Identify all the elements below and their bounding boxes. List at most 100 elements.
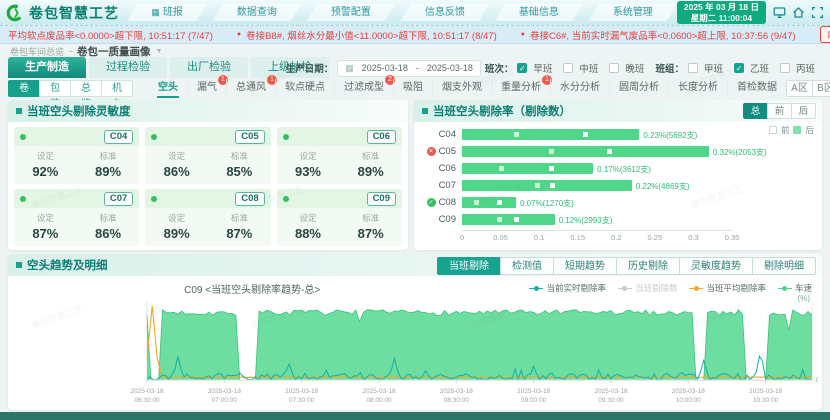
zone-b-button[interactable]: B区 (812, 80, 830, 97)
fullscreen-icon[interactable] (811, 6, 824, 19)
date-filter-label: 生产日期： (285, 64, 334, 75)
svg-text:2025-03-18: 2025-03-18 (285, 388, 319, 395)
app-root: 卷包智慧工艺 ▦ 班报 数据查询 预警配置 信息反馈 基础信息 系统管理 202… (0, 0, 830, 420)
breadcrumb-root[interactable]: 卷包车间总览 (10, 45, 64, 58)
legend-item[interactable]: 当班剔除数 (617, 282, 677, 294)
menu-item-alert-config[interactable]: 预警配置 (307, 4, 395, 21)
front-marker (534, 183, 540, 188)
bar-row-c05[interactable]: ✕ C05 0.32%(2053支) (414, 143, 822, 160)
x-tick-label: 0.1 (533, 233, 545, 242)
btn-short-term-trend[interactable]: 短期趋势 (553, 257, 617, 275)
home-icon[interactable] (792, 6, 805, 19)
menu-item-feedback[interactable]: 信息反馈 (401, 4, 489, 21)
tab-circumference-analysis[interactable]: 圆周分析 (609, 79, 668, 98)
btn-sensitivity-trend[interactable]: 灵敏度趋势 (679, 257, 753, 275)
alert-item: ● 卷接B8#, 烟丝水分最小值<11.0000>超下限, 10:51:17 (… (236, 30, 497, 42)
machine-card-c08[interactable]: C08 设定 89% 标准 87% (145, 189, 271, 246)
checkbox-shift-night[interactable]: ✓ (609, 63, 620, 73)
machine-card-c04[interactable]: C04 设定 92% 标准 89% (14, 127, 140, 184)
menu-item-data-query[interactable]: 数据查询 (213, 4, 301, 21)
tab-production[interactable]: 生产制造 (8, 57, 86, 78)
panel-header: 当班空头剔除灵敏度 (8, 100, 408, 122)
bar-row-c08[interactable]: ✓ C08 0.07%(1270支) (414, 194, 822, 211)
tab-draw-resistance[interactable]: 吸阻 (393, 79, 432, 98)
bar-fill (462, 214, 555, 225)
trend-chart-title: C09 <当班空头剔除率趋势-总> (184, 285, 321, 296)
tab-first-inspect-data[interactable]: 首检数据 (727, 79, 786, 98)
bar-row-c07[interactable]: C07 0.22%(4869支) (414, 177, 822, 194)
alert-item: 平均软点废品率<0.0000>超下限, 10:51:17 (7/47) (8, 30, 213, 42)
bar-fill (462, 180, 632, 191)
tab-filter-forming[interactable]: 过滤成型 2 (334, 75, 395, 98)
machine-card-c07[interactable]: C07 设定 87% 标准 86% (14, 189, 140, 246)
svg-text:2025-03-18: 2025-03-18 (749, 388, 783, 395)
date-range-input[interactable]: ▦ 2025-03-18 - 2025-03-18 (337, 59, 481, 77)
menu-item-basic-info[interactable]: 基础信息 (495, 4, 583, 21)
svg-text:10:30:00: 10:30:00 (753, 397, 779, 404)
tab-moisture-analysis[interactable]: 水分分析 (550, 79, 609, 98)
set-value: 86% (163, 164, 190, 179)
bar-category-label: C06 (438, 163, 456, 174)
tab-air-leak[interactable]: 漏气 1 (187, 75, 228, 98)
legend-item[interactable]: 车速 (777, 282, 812, 294)
svg-text:09:00:00: 09:00:00 (521, 397, 547, 404)
machine-chip: C06 (366, 129, 396, 144)
x-tick-label: 0.35 (724, 233, 740, 242)
group-machine[interactable]: 机台 (101, 80, 133, 110)
bar-value-label: 0.12%(2993支) (558, 216, 613, 225)
bar-row-c04[interactable]: C04 0.23%(5692支) (414, 126, 822, 143)
checkbox-team-c[interactable]: ✓ (779, 63, 790, 73)
alert-log-button[interactable]: ▤ 预警记录 (819, 26, 830, 43)
legend-item[interactable]: 当班平均剔除率 (689, 282, 766, 294)
tab-process-inspect[interactable]: 过程检验 (89, 57, 167, 78)
tab-empty-head[interactable]: 空头 (149, 79, 187, 98)
bar-row-c09[interactable]: C09 0.12%(2993支) (414, 211, 822, 228)
tab-total-vent[interactable]: 总通风 1 (226, 75, 277, 98)
bar-row-c06[interactable]: C06 0.17%(3612支) (414, 160, 822, 177)
btn-rejection-detail[interactable]: 剔除明细 (752, 257, 816, 275)
btn-detect-value[interactable]: 检测值 (500, 257, 554, 275)
zone-a-button[interactable]: A区 (786, 80, 813, 97)
trend-panel: 空头趋势及明细 当班剔除 检测值 短期趋势 历史剔除 灵敏度趋势 剔除明细 C0… (8, 254, 822, 410)
tab-soft-hard-spot[interactable]: 软点硬点 (275, 79, 334, 98)
machine-card-c09[interactable]: C09 设定 88% 标准 87% (276, 189, 402, 246)
zone-switch: A区 B区 C区 D区 (786, 80, 830, 97)
back-marker (550, 183, 556, 188)
tab-length-analysis[interactable]: 长度分析 (668, 79, 727, 98)
checkbox-team-b[interactable]: ✓ (733, 63, 744, 73)
set-value: 92% (32, 164, 59, 179)
btn-shift-rejection[interactable]: 当班剔除 (437, 257, 501, 275)
machine-card-c06[interactable]: C06 设定 93% 标准 89% (276, 127, 402, 184)
tab-weight-analysis[interactable]: 重量分析 1 (491, 75, 552, 98)
menu-item-system-admin[interactable]: 系统管理 (589, 4, 677, 21)
machine-chip: C05 (235, 129, 265, 144)
legend-item[interactable]: 当前实时剔除率 (529, 282, 606, 294)
filter-bar: 生产日期： ▦ 2025-03-18 - 2025-03-18 班次： ✓ 早班… (286, 58, 822, 78)
svg-text:10:00:00: 10:00:00 (676, 397, 702, 404)
range-back-button[interactable]: 后 (791, 103, 816, 119)
monitor-icon[interactable] (773, 6, 786, 19)
menu-item-report[interactable]: ▦ 班报 (127, 4, 207, 21)
tab-appearance[interactable]: 烟支外观 (432, 79, 491, 98)
tab-factory-inspect[interactable]: 出厂检验 (170, 57, 248, 78)
datetime-badge: 2025 年 03 月 18 日 星期二 11:00:04 (676, 1, 766, 24)
range-front-button[interactable]: 前 (767, 103, 792, 119)
breadcrumb: 卷包车间总览 - 卷包一质量画像 ▼ (10, 45, 163, 58)
group-overview[interactable]: 总览 (70, 80, 102, 110)
btn-history-rejection[interactable]: 历史剔除 (616, 257, 680, 275)
chevron-down-icon[interactable]: ▼ (156, 48, 163, 55)
machine-card-c05[interactable]: C05 设定 86% 标准 85% (145, 127, 271, 184)
checkbox-team-a[interactable]: ✓ (687, 63, 698, 73)
back-marker (497, 200, 503, 205)
panel-marker-icon (16, 108, 22, 114)
group-rolling[interactable]: 卷接 (8, 80, 40, 110)
app-title: 卷包智慧工艺 (29, 4, 119, 21)
sensitivity-panel: 当班空头剔除灵敏度 C04 设定 92% 标准 89% C05 设定 86% 标准 85… (8, 100, 408, 250)
checkbox-shift-morning[interactable]: ✓ (517, 63, 528, 73)
alert-bullet-icon: ● (520, 31, 525, 38)
date-text: 2025 年 03 月 18 日 (683, 2, 759, 13)
group-packing[interactable]: 包装 (39, 80, 71, 110)
svg-text:2025-03-18: 2025-03-18 (130, 388, 164, 395)
checkbox-shift-middle[interactable]: ✓ (563, 63, 574, 73)
range-total-button[interactable]: 总 (743, 103, 768, 119)
